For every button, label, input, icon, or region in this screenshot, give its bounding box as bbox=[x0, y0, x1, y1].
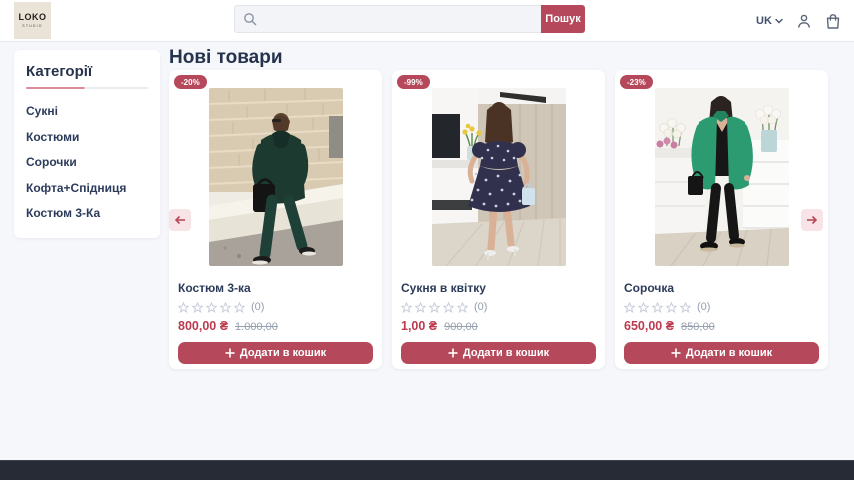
discount-badge: -20% bbox=[174, 75, 207, 89]
star-icon bbox=[666, 302, 677, 313]
product-price: 800,00 ₴ bbox=[178, 319, 228, 333]
categories-panel: Категорії Сукні Костюми Сорочки Кофта+Сп… bbox=[14, 50, 160, 238]
rating-count: (0) bbox=[474, 301, 487, 313]
store-logo[interactable]: LOKO STUDIO bbox=[14, 2, 51, 39]
add-to-cart-label: Додати в кошик bbox=[686, 347, 772, 359]
star-icon bbox=[680, 302, 691, 313]
carousel-next-button[interactable] bbox=[801, 209, 823, 231]
search-button[interactable]: Пошук bbox=[541, 5, 585, 33]
sidebar-item-kostium-3ka[interactable]: Костюм 3-Ка bbox=[26, 204, 148, 222]
arrow-right-icon bbox=[806, 215, 818, 225]
star-icon bbox=[220, 302, 231, 313]
chevron-down-icon bbox=[775, 18, 783, 24]
add-to-cart-button[interactable]: Додати в кошик bbox=[178, 342, 373, 364]
star-icon bbox=[206, 302, 217, 313]
search-bar: Пошук bbox=[234, 5, 585, 33]
discount-badge: -23% bbox=[620, 75, 653, 89]
page-title: Нові товари bbox=[169, 47, 283, 69]
star-icon bbox=[443, 302, 454, 313]
header: LOKO STUDIO Пошук UK bbox=[0, 0, 854, 42]
product-image[interactable] bbox=[209, 88, 343, 266]
logo-title: LOKO bbox=[19, 13, 47, 22]
product-old-price: 1.000,00 bbox=[235, 321, 278, 333]
star-icon bbox=[429, 302, 440, 313]
sidebar-item-kofta-spidnytsia[interactable]: Кофта+Спідниця bbox=[26, 179, 148, 197]
product-old-price: 850,00 bbox=[681, 321, 715, 333]
product-image[interactable] bbox=[432, 88, 566, 266]
product-name[interactable]: Костюм 3-ка bbox=[178, 281, 373, 295]
cart-button[interactable] bbox=[825, 13, 841, 30]
star-icon bbox=[638, 302, 649, 313]
categories-divider bbox=[26, 87, 148, 89]
product-old-price: 900,00 bbox=[444, 321, 478, 333]
product-price: 650,00 ₴ bbox=[624, 319, 674, 333]
add-to-cart-button[interactable]: Додати в кошик bbox=[401, 342, 596, 364]
sidebar-item-kostiumy[interactable]: Костюми bbox=[26, 128, 148, 146]
rating-count: (0) bbox=[251, 301, 264, 313]
star-icon bbox=[192, 302, 203, 313]
add-to-cart-button[interactable]: Додати в кошик bbox=[624, 342, 819, 364]
star-icon bbox=[178, 302, 189, 313]
product-image[interactable] bbox=[655, 88, 789, 266]
footer bbox=[0, 460, 854, 480]
sidebar-item-sukni[interactable]: Сукні bbox=[26, 102, 148, 120]
rating-count: (0) bbox=[697, 301, 710, 313]
add-to-cart-label: Додати в кошик bbox=[240, 347, 326, 359]
rating: (0) bbox=[178, 301, 373, 313]
language-selector[interactable]: UK bbox=[756, 15, 783, 27]
search-icon bbox=[243, 12, 257, 31]
star-icon bbox=[234, 302, 245, 313]
header-actions: UK bbox=[756, 0, 841, 42]
arrow-left-icon bbox=[174, 215, 186, 225]
categories-list: Сукні Костюми Сорочки Кофта+Спідниця Кос… bbox=[26, 102, 148, 222]
star-icon bbox=[401, 302, 412, 313]
search-input[interactable] bbox=[234, 5, 541, 33]
shopping-bag-icon bbox=[825, 13, 841, 30]
logo-subtitle: STUDIO bbox=[22, 24, 42, 28]
plus-icon bbox=[225, 348, 235, 358]
discount-badge: -99% bbox=[397, 75, 430, 89]
plus-icon bbox=[448, 348, 458, 358]
product-price: 1,00 ₴ bbox=[401, 319, 437, 333]
product-card: -20% bbox=[169, 70, 382, 369]
account-button[interactable] bbox=[796, 13, 812, 29]
product-name[interactable]: Сукня в квітку bbox=[401, 281, 596, 295]
rating: (0) bbox=[401, 301, 596, 313]
star-icon bbox=[415, 302, 426, 313]
product-name[interactable]: Сорочка bbox=[624, 281, 819, 295]
language-label: UK bbox=[756, 15, 772, 27]
plus-icon bbox=[671, 348, 681, 358]
star-icon bbox=[652, 302, 663, 313]
star-icon bbox=[457, 302, 468, 313]
rating: (0) bbox=[624, 301, 819, 313]
categories-title: Категорії bbox=[26, 63, 148, 80]
add-to-cart-label: Додати в кошик bbox=[463, 347, 549, 359]
user-icon bbox=[796, 13, 812, 29]
carousel-prev-button[interactable] bbox=[169, 209, 191, 231]
star-icon bbox=[624, 302, 635, 313]
sidebar-item-sorochky[interactable]: Сорочки bbox=[26, 153, 148, 171]
product-card: -99% bbox=[392, 70, 605, 369]
product-card: -23% bbox=[615, 70, 828, 369]
